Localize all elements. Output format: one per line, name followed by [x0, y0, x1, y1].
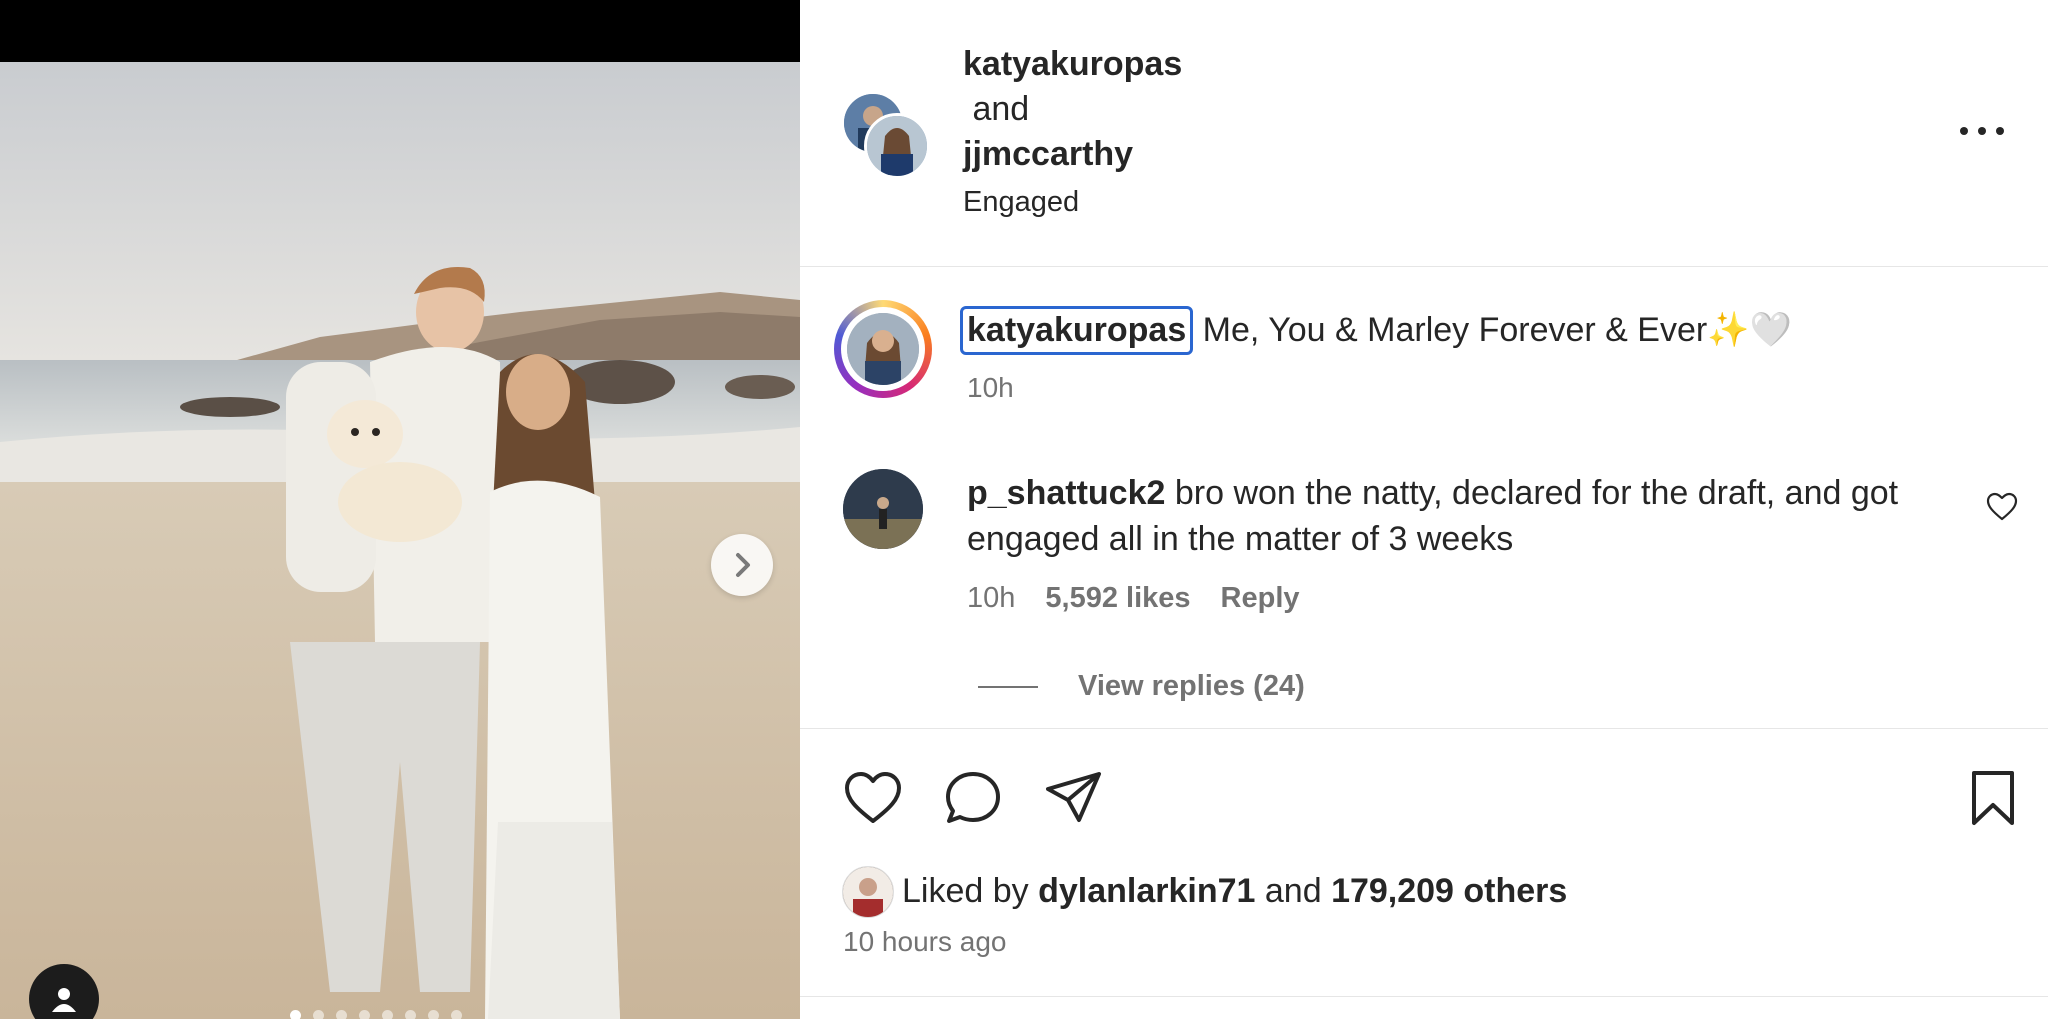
carousel-dot [359, 1010, 370, 1019]
heart-icon[interactable] [1986, 492, 2018, 522]
chevron-right-icon [736, 553, 750, 577]
header-username-2[interactable]: jjmccarthy [963, 135, 1133, 174]
carousel-indicator [290, 1010, 462, 1019]
liked-by-and: and [1255, 872, 1332, 910]
next-photo-button[interactable] [711, 534, 773, 596]
comment-avatar[interactable] [843, 469, 923, 549]
user-icon [52, 988, 76, 1012]
carousel-dot [313, 1010, 324, 1019]
caption-username[interactable]: katyakuropas [960, 306, 1194, 355]
comment-likes-count[interactable]: 5,592 likes [1045, 582, 1190, 615]
view-replies-label: View replies (24) [1078, 670, 1305, 702]
carousel-dot [336, 1010, 347, 1019]
liked-by-avatar[interactable] [842, 866, 894, 918]
speech-bubble-icon[interactable] [942, 768, 1004, 828]
post-timestamp[interactable]: 10 hours ago [843, 926, 1006, 958]
heart-icon[interactable] [842, 768, 904, 828]
view-replies-button[interactable]: View replies (24) [978, 670, 1305, 703]
avatar-image [847, 313, 919, 385]
paper-plane-icon[interactable] [1043, 768, 1105, 828]
bookmark-icon[interactable] [1962, 768, 2024, 828]
collab-avatar-jjmccarthy[interactable] [864, 113, 930, 179]
liked-by-prefix: Liked by [902, 872, 1039, 910]
beach-photo-illustration [0, 62, 800, 1019]
caption-avatar[interactable] [847, 313, 919, 385]
carousel-dot [290, 1010, 301, 1019]
liked-by-username[interactable]: dylanlarkin71 [1038, 872, 1255, 910]
more-icon-dot [1996, 127, 2004, 135]
comment-meta: 10h 5,592 likes Reply [967, 582, 1300, 615]
header-and-text: and [963, 90, 1030, 128]
post-header [800, 0, 2048, 267]
liked-by-others[interactable]: 179,209 others [1331, 872, 1567, 910]
avatar-image [843, 867, 893, 917]
post-photo [0, 62, 800, 1019]
avatar-image [867, 116, 927, 176]
carousel-dot [405, 1010, 416, 1019]
carousel-dot [451, 1010, 462, 1019]
comment-body: p_shattuck2 bro won the natty, declared … [967, 470, 1927, 562]
comment-input-divider [800, 996, 2048, 997]
reply-button[interactable]: Reply [1221, 582, 1300, 615]
replies-divider-line [978, 685, 1038, 688]
actions-divider [800, 728, 2048, 729]
more-options-button[interactable] [1960, 118, 2004, 144]
more-icon [1960, 127, 1968, 135]
avatar-image [843, 469, 923, 549]
caption-timestamp[interactable]: 10h [967, 372, 1014, 404]
comment-username[interactable]: p_shattuck2 [967, 474, 1165, 512]
header-username-1[interactable]: katyakuropas [963, 45, 1182, 84]
more-icon-dot [1978, 127, 1986, 135]
liked-by-summary: Liked by dylanlarkin71 and 179,209 other… [902, 872, 1567, 911]
carousel-dot [428, 1010, 439, 1019]
post-location[interactable]: Engaged [963, 186, 1079, 219]
caption: katyakuropas Me, You & Marley Forever & … [960, 306, 1792, 355]
carousel-dot [382, 1010, 393, 1019]
caption-text: Me, You & Marley Forever & Ever✨🤍 [1193, 311, 1792, 349]
post-media [0, 0, 800, 1019]
comment-timestamp[interactable]: 10h [967, 582, 1015, 615]
